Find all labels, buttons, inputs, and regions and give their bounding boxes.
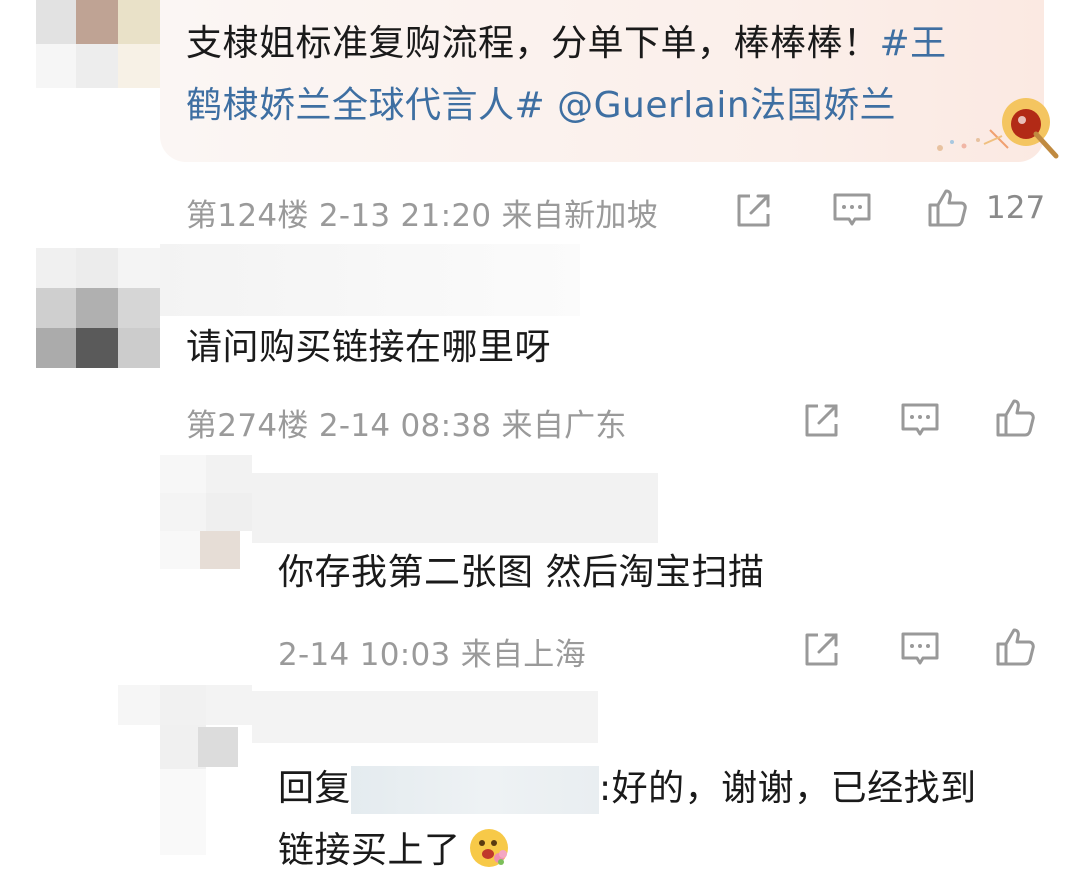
comment-text-2: 鹤棣娇兰全球代言人# @Guerlain法国娇兰	[186, 74, 896, 138]
reply-prefix: 回复	[278, 768, 352, 809]
comment-icon	[901, 403, 939, 436]
reply-1: 你存我第二张图 然后淘宝扫描 2-14 10:03 来自上海	[0, 455, 1077, 685]
comment-button[interactable]	[830, 188, 874, 232]
share-button[interactable]	[800, 398, 844, 442]
reply-text-line: :好的，谢谢，已经找到	[599, 768, 977, 809]
like-button[interactable]	[994, 396, 1038, 440]
comment-icon	[901, 632, 939, 665]
avatar[interactable]	[118, 685, 252, 855]
comment-1: 支棣姐标准复购流程，分单下单，棒棒棒！#王 鹤棣娇兰全球代言人# @Guerla…	[0, 0, 1077, 240]
comment-text: 请问购买链接在哪里呀	[186, 327, 552, 368]
lollipop-sticker-icon	[912, 96, 1062, 160]
reply-meta: 2-14 10:03 来自上海	[278, 637, 586, 673]
reply-text-line: 链接买上了	[278, 830, 461, 871]
comment-meta: 第274楼 2-14 08:38 来自广东	[186, 408, 627, 444]
avatar[interactable]	[36, 248, 160, 368]
share-icon	[805, 633, 838, 666]
reply-text-2: 链接买上了	[278, 819, 511, 883]
topic-link[interactable]: #王	[880, 23, 947, 64]
like-count: 127	[986, 190, 1046, 226]
reply-2: 回复 :好的，谢谢，已经找到 链接买上了	[0, 685, 1077, 890]
comment-button[interactable]	[898, 398, 942, 442]
share-icon	[737, 194, 770, 227]
reply-text: 回复 :好的，谢谢，已经找到	[278, 757, 977, 821]
share-button[interactable]	[732, 188, 776, 232]
comment-button[interactable]	[898, 627, 942, 671]
comment-icon	[833, 193, 871, 226]
comment-text: 支棣姐标准复购流程，分单下单，棒棒棒！#王	[186, 12, 947, 76]
thumb-up-icon	[928, 189, 967, 227]
share-icon	[805, 404, 838, 437]
mention-link[interactable]: @Guerlain法国娇兰	[557, 85, 896, 126]
username-blurred[interactable]	[252, 473, 658, 543]
like-button[interactable]	[926, 186, 970, 230]
emoji-flower-icon	[467, 826, 511, 870]
like-button[interactable]	[994, 625, 1038, 669]
reply-text: 你存我第二张图 然后淘宝扫描	[278, 552, 765, 593]
avatar[interactable]	[160, 455, 252, 569]
mentioned-user-blurred[interactable]	[351, 766, 600, 814]
username-blurred[interactable]	[252, 691, 598, 743]
share-button[interactable]	[800, 627, 844, 671]
topic-link[interactable]: 鹤棣娇兰全球代言人#	[186, 85, 545, 126]
comment-meta: 第124楼 2-13 21:20 来自新加坡	[186, 198, 659, 234]
comment-text-line: 支棣姐标准复购流程，分单下单，棒棒棒！	[186, 23, 880, 64]
username-blurred[interactable]	[160, 244, 580, 316]
comment-2: 请问购买链接在哪里呀 第274楼 2-14 08:38 来自广东	[0, 240, 1077, 460]
avatar[interactable]	[36, 0, 160, 88]
thumb-up-icon	[996, 399, 1035, 437]
thumb-up-icon	[996, 628, 1035, 666]
